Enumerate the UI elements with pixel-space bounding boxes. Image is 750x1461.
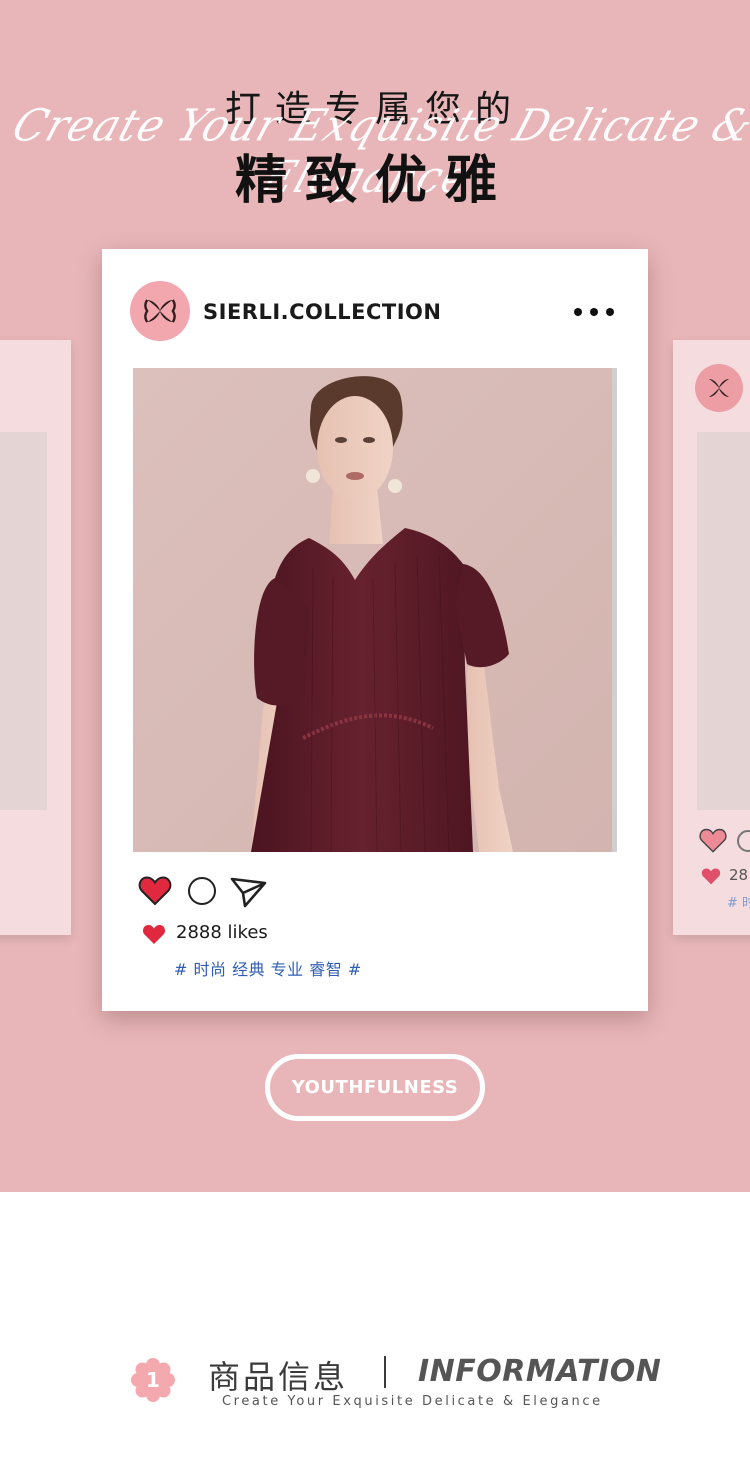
post-photo[interactable]	[133, 368, 617, 852]
flower-number-badge-icon: 1	[131, 1358, 175, 1402]
dot	[574, 308, 582, 316]
comment-icon	[737, 830, 750, 852]
info-subtitle: Create Your Exquisite Delicate & Eleganc…	[222, 1394, 603, 1409]
like-heart-icon[interactable]	[138, 875, 172, 907]
avatar[interactable]	[130, 281, 190, 341]
side-tags-text: # 时	[727, 896, 750, 911]
photo-edge	[612, 368, 617, 852]
youthfulness-label: YOUTHFULNESS	[291, 1077, 459, 1098]
info-title-cn: 商品信息	[208, 1358, 349, 1396]
side-likes-text: 28	[729, 866, 749, 884]
post-hashtags[interactable]: # 时尚 经典 专业 睿智 #	[174, 956, 362, 980]
brand-logo-icon	[144, 299, 176, 323]
title-divider	[384, 1356, 386, 1388]
share-send-icon[interactable]	[230, 875, 268, 909]
model-in-dress-image	[133, 368, 617, 852]
info-title-en: INFORMATION	[418, 1354, 662, 1389]
headline-line-2: 精致优雅	[234, 151, 515, 211]
post-actions	[138, 875, 278, 909]
comment-icon[interactable]	[188, 877, 216, 905]
dot	[590, 308, 598, 316]
likes-count: 2888 likes	[176, 922, 268, 943]
badge-number: 1	[146, 1368, 160, 1392]
brand-logo-icon	[709, 379, 729, 397]
side-post-card-right: 28 # 时	[673, 340, 750, 935]
youthfulness-button[interactable]: YOUTHFULNESS	[265, 1054, 485, 1121]
post-username[interactable]: SIERLI.COLLECTION	[203, 300, 441, 324]
likes-heart-icon	[701, 868, 721, 885]
side-avatar	[695, 364, 743, 412]
side-post-image-placeholder	[0, 432, 47, 810]
heart-icon	[699, 828, 727, 853]
post-card: SIERLI.COLLECTION 2888 likes # 时尚 经典 专业 …	[102, 249, 648, 1011]
side-post-card-left	[0, 340, 71, 935]
side-post-image-placeholder	[697, 432, 750, 810]
hero-section: 打造专属您的 Create Your Exquisite Delicate & …	[0, 0, 750, 1192]
more-dots-icon[interactable]	[574, 304, 614, 320]
dot	[606, 308, 614, 316]
likes-heart-icon	[142, 925, 166, 944]
